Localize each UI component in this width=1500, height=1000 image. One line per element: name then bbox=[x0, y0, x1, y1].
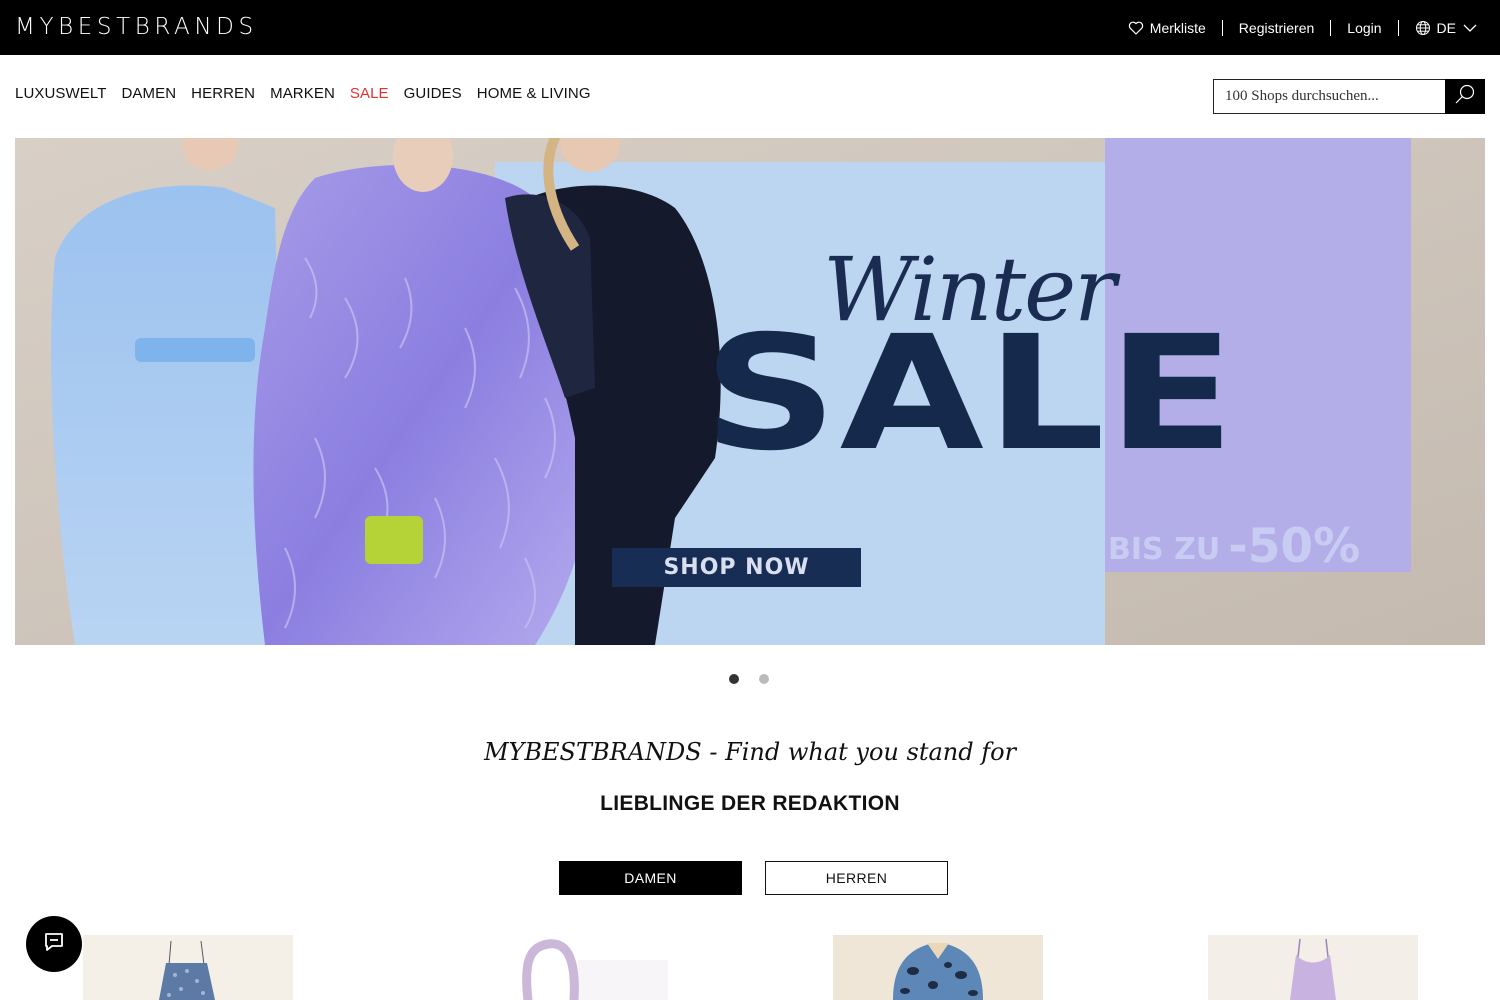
nav-item-marken[interactable]: MARKEN bbox=[270, 85, 335, 102]
language-label: DE bbox=[1436, 19, 1456, 36]
divider bbox=[1397, 19, 1399, 36]
product-card[interactable] bbox=[1208, 935, 1418, 1000]
login-link[interactable]: Login bbox=[1347, 20, 1381, 36]
discount-prefix: BIS ZU bbox=[1108, 532, 1221, 567]
product-card[interactable] bbox=[458, 935, 668, 1000]
search-button[interactable] bbox=[1445, 79, 1485, 114]
chat-icon bbox=[42, 930, 66, 959]
carousel-pagination bbox=[729, 674, 769, 684]
main-navigation: LUXUSWELT DAMEN HERREN MARKEN SALE GUIDE… bbox=[15, 85, 591, 102]
nav-item-guides[interactable]: GUIDES bbox=[404, 85, 462, 102]
wishlist-link[interactable]: Merkliste bbox=[1128, 20, 1206, 36]
heart-icon bbox=[1128, 20, 1144, 36]
nav-item-herren[interactable]: HERREN bbox=[191, 85, 255, 102]
search-icon bbox=[1454, 83, 1476, 110]
hero-headline: SALE bbox=[703, 302, 1238, 486]
account-links: Merkliste Registrieren Login DE bbox=[1128, 0, 1478, 55]
product-image-bag bbox=[522, 939, 668, 1000]
top-bar: MYBESTBRANDS Merkliste Registrieren Logi… bbox=[0, 0, 1500, 55]
brand-tagline: MYBESTBRANDS - Find what you stand for bbox=[483, 738, 1017, 766]
language-selector[interactable]: DE bbox=[1415, 20, 1478, 36]
globe-icon bbox=[1415, 20, 1431, 36]
nav-item-damen[interactable]: DAMEN bbox=[121, 85, 176, 102]
shop-now-button[interactable]: SHOP NOW bbox=[612, 548, 861, 587]
product-image-leopard-jacket bbox=[893, 943, 983, 1000]
product-card[interactable] bbox=[833, 935, 1043, 1000]
register-link[interactable]: Registrieren bbox=[1239, 20, 1314, 36]
carousel-dot-1[interactable] bbox=[729, 674, 739, 684]
chevron-down-icon bbox=[1462, 20, 1478, 36]
product-image-sequin-dress bbox=[159, 940, 215, 1000]
hero-banner[interactable]: Winter SALE BIS ZU -50% SHOP NOW bbox=[15, 138, 1485, 645]
hero-discount: BIS ZU -50% bbox=[1108, 523, 1360, 570]
tab-herren[interactable]: HERREN bbox=[765, 861, 948, 895]
divider bbox=[1330, 19, 1332, 36]
search-input[interactable] bbox=[1213, 79, 1445, 114]
nav-item-luxuswelt[interactable]: LUXUSWELT bbox=[15, 85, 106, 102]
divider bbox=[1221, 19, 1223, 36]
nav-item-home-living[interactable]: HOME & LIVING bbox=[477, 85, 591, 102]
tab-damen[interactable]: DAMEN bbox=[559, 861, 742, 895]
discount-value: -50% bbox=[1228, 519, 1361, 574]
carousel-dot-2[interactable] bbox=[759, 674, 769, 684]
search-bar bbox=[1213, 79, 1485, 114]
section-title: LIEBLINGE DER REDAKTION bbox=[600, 792, 900, 815]
product-card[interactable] bbox=[83, 935, 293, 1000]
wishlist-label: Merkliste bbox=[1149, 19, 1206, 36]
chat-button[interactable] bbox=[26, 916, 82, 972]
nav-item-sale[interactable]: SALE bbox=[350, 85, 389, 102]
product-image-satin-dress bbox=[1290, 938, 1336, 1000]
site-logo[interactable]: MYBESTBRANDS bbox=[15, 14, 258, 40]
